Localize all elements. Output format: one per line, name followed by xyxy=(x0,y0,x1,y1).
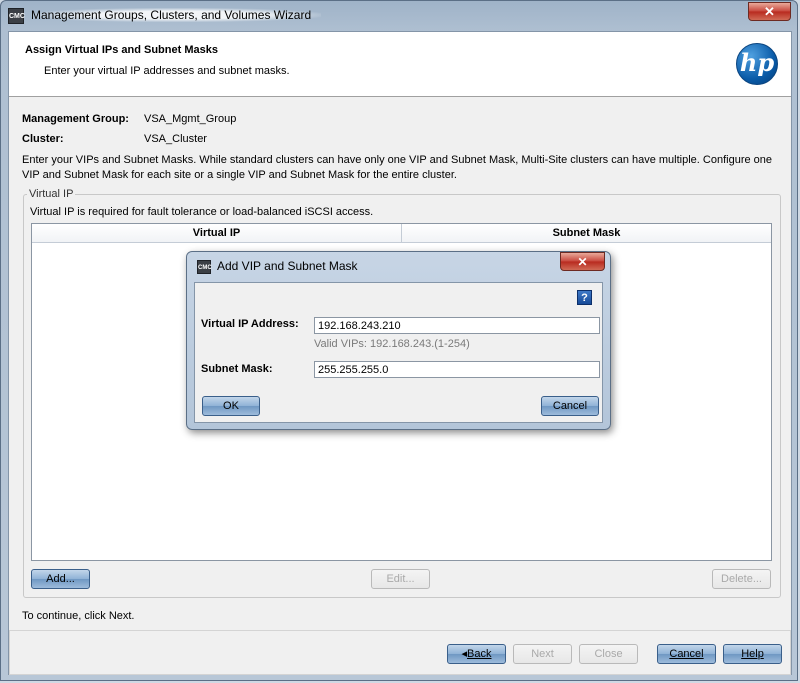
back-button-label: Back xyxy=(467,648,492,660)
cluster-value: VSA_Cluster xyxy=(144,133,207,145)
help-icon[interactable]: ? xyxy=(577,290,592,305)
column-header-subnet-mask[interactable]: Subnet Mask xyxy=(402,224,771,243)
wizard-header: Assign Virtual IPs and Subnet Masks Ente… xyxy=(9,32,791,97)
vip-address-label: Virtual IP Address: xyxy=(201,318,299,330)
management-group-label: Management Group: xyxy=(22,113,129,125)
close-button-label: Close xyxy=(594,648,623,660)
ok-button[interactable]: OK xyxy=(202,396,260,416)
page-title: Assign Virtual IPs and Subnet Masks xyxy=(25,44,218,56)
vip-address-input[interactable]: 192.168.243.210 xyxy=(314,317,600,334)
add-vip-button[interactable]: Add... xyxy=(31,569,90,589)
virtual-ip-description: Virtual IP is required for fault toleran… xyxy=(30,206,374,218)
cmc-app-icon: CMC xyxy=(8,8,25,24)
subnet-mask-input[interactable]: 255.255.255.0 xyxy=(314,361,600,378)
delete-vip-button-label: Delete... xyxy=(721,573,762,585)
management-group-value: VSA_Mgmt_Group xyxy=(144,113,237,125)
cancel-button[interactable]: Cancel xyxy=(657,644,716,664)
back-button[interactable]: ◂Back xyxy=(447,644,506,664)
window-close-button[interactable]: ✕ xyxy=(748,2,791,21)
dialog-title: Add VIP and Subnet Mask xyxy=(217,259,358,273)
add-vip-dialog: CMC Add VIP and Subnet Mask ✕ ? Virtual … xyxy=(186,251,611,430)
valid-vips-hint: Valid VIPs: 192.168.243.(1-254) xyxy=(314,338,470,350)
column-header-virtual-ip[interactable]: Virtual IP xyxy=(32,224,402,243)
cancel-button-label: Cancel xyxy=(669,648,704,660)
instructions-text: Enter your VIPs and Subnet Masks. While … xyxy=(22,154,773,181)
help-button[interactable]: Help xyxy=(723,644,782,664)
dialog-cancel-button[interactable]: Cancel xyxy=(541,396,599,416)
add-vip-button-label: Add... xyxy=(46,573,75,585)
dialog-cmc-icon: CMC xyxy=(197,260,212,274)
edit-vip-button[interactable]: Edit... xyxy=(371,569,430,589)
help-button-label: Help xyxy=(741,648,764,660)
window-title: Management Groups, Clusters, and Volumes… xyxy=(31,8,322,22)
dialog-cancel-button-label: Cancel xyxy=(552,400,588,412)
dialog-client-area: ? Virtual IP Address: 192.168.243.210 Va… xyxy=(194,282,603,423)
edit-vip-button-label: Edit... xyxy=(386,573,415,585)
continue-hint: To continue, click Next. xyxy=(22,610,135,622)
subnet-mask-label: Subnet Mask: xyxy=(201,363,273,375)
dialog-close-button[interactable]: ✕ xyxy=(560,252,605,271)
cluster-label: Cluster: xyxy=(22,133,64,145)
next-button-label: Next xyxy=(531,648,554,660)
close-button[interactable]: Close xyxy=(579,644,638,664)
ok-button-label: OK xyxy=(223,400,239,412)
title-bar[interactable]: CMC Management Groups, Clusters, and Vol… xyxy=(1,1,797,31)
next-button[interactable]: Next xyxy=(513,644,572,664)
delete-vip-button[interactable]: Delete... xyxy=(712,569,771,589)
page-subtitle: Enter your virtual IP addresses and subn… xyxy=(44,65,290,77)
hp-logo-icon: hp xyxy=(736,43,778,85)
virtual-ip-legend: Virtual IP xyxy=(27,188,76,200)
